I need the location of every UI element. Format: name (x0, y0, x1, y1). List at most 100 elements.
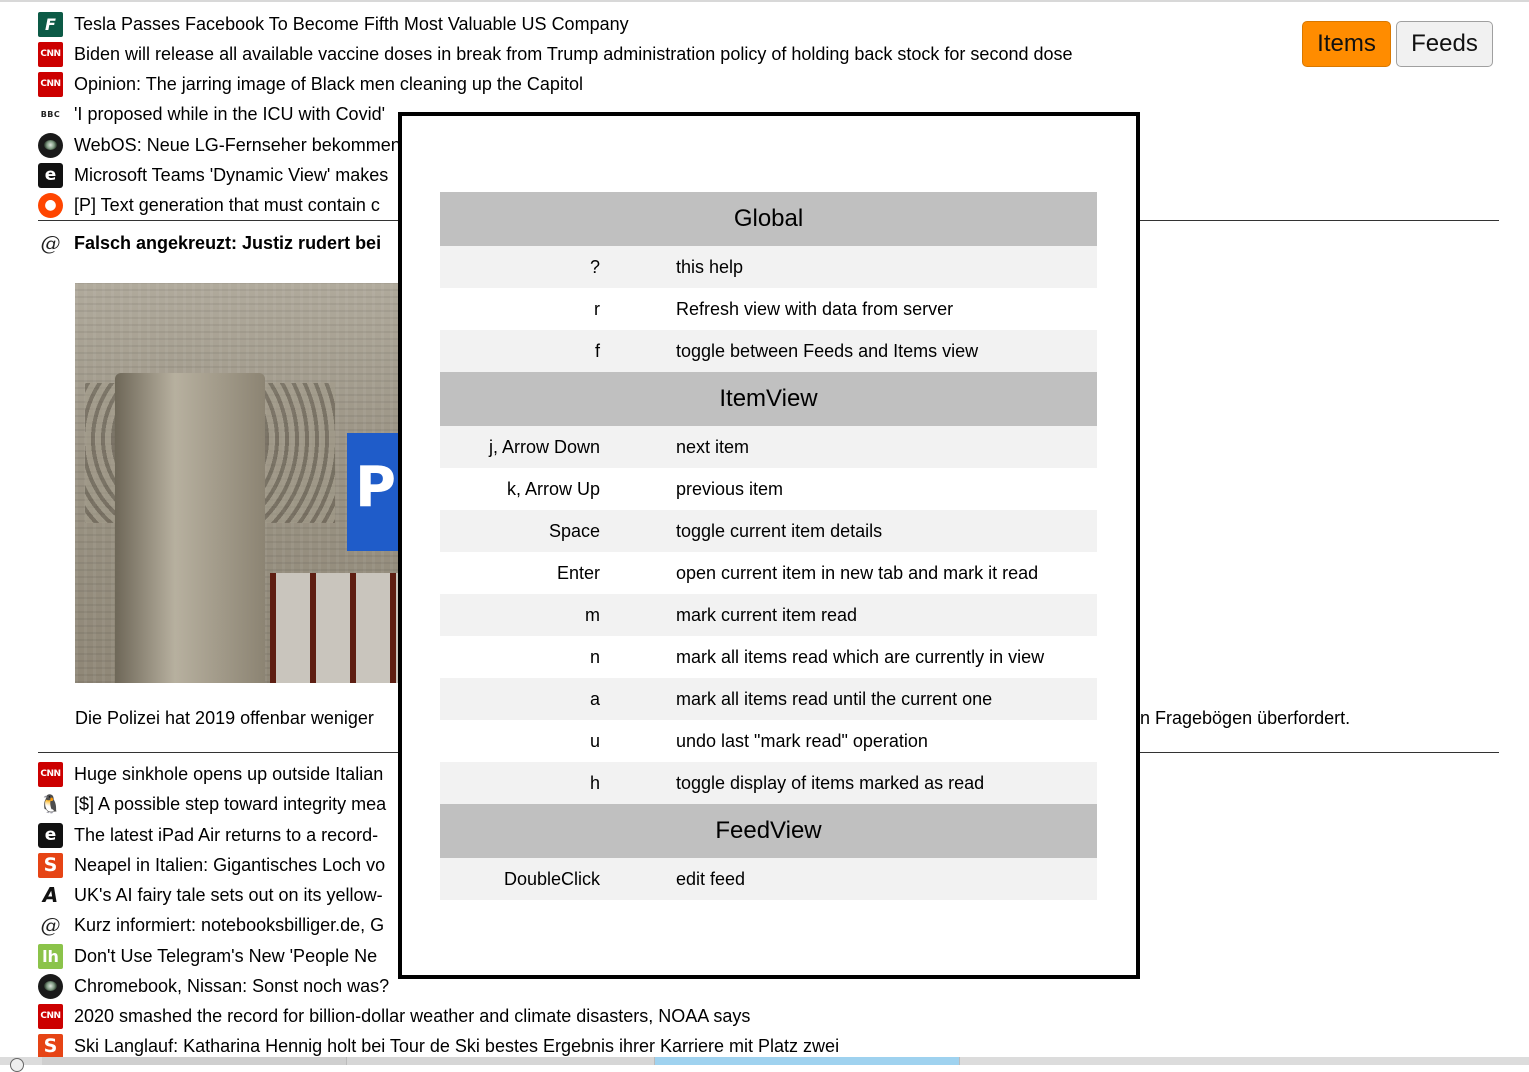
shortcut-key: m (440, 594, 600, 636)
shortcut-row: h toggle display of items marked as read (440, 762, 1097, 804)
shortcut-row: DoubleClick edit feed (440, 858, 1097, 900)
item-title: Neapel in Italien: Gigantisches Loch vo (74, 855, 386, 875)
list-item[interactable]: Chromebook, Nissan: Sonst noch was? (38, 971, 389, 1001)
shortcut-description: undo last "mark read" operation (600, 720, 1097, 762)
help-dialog[interactable]: Global ? this help r Refresh view with d… (398, 112, 1140, 979)
shortcut-description: toggle between Feeds and Items view (600, 330, 1097, 372)
shortcut-key: DoubleClick (440, 858, 600, 900)
shortcut-description: previous item (600, 468, 1097, 510)
shortcut-key: j, Arrow Down (440, 426, 600, 468)
engadget-icon: e (38, 162, 63, 188)
item-title: The latest iPad Air returns to a record- (74, 825, 379, 845)
item-title: Tesla Passes Facebook To Become Fifth Mo… (74, 14, 629, 34)
shortcut-description: edit feed (600, 858, 1097, 900)
item-title: Don't Use Telegram's New 'People Ne (74, 946, 378, 966)
shortcut-key: Enter (440, 552, 600, 594)
shortcut-description: mark current item read (600, 594, 1097, 636)
feeds-view-button[interactable]: Feeds (1396, 21, 1493, 67)
bottom-tab-active[interactable] (655, 1057, 960, 1065)
spiegel-icon: S (38, 1033, 63, 1059)
article-image: P (75, 283, 405, 683)
expanded-item-title: Falsch angekreuzt: Justiz rudert bei (74, 233, 382, 253)
item-title: [P] Text generation that must contain c (74, 195, 380, 215)
shortcut-row: n mark all items read which are currentl… (440, 636, 1097, 678)
shortcut-description: toggle display of items marked as read (600, 762, 1097, 804)
cnn-icon: CNN (38, 1003, 63, 1029)
section-title: ItemView (440, 372, 1097, 426)
list-item[interactable]: @ Kurz informiert: notebooksbilliger.de,… (38, 910, 384, 940)
shortcut-key: ? (440, 246, 600, 288)
shortcut-key: h (440, 762, 600, 804)
bbc-icon: BBC (38, 101, 63, 127)
shortcut-key: k, Arrow Up (440, 468, 600, 510)
expanded-item-header[interactable]: @ Falsch angekreuzt: Justiz rudert bei (38, 228, 381, 258)
shortcut-key: f (440, 330, 600, 372)
shortcut-key: r (440, 288, 600, 330)
bottom-tab[interactable] (347, 1057, 655, 1065)
list-item[interactable]: CNN Biden will release all available vac… (38, 39, 1073, 69)
item-title: Opinion: The jarring image of Black men … (74, 74, 583, 94)
shortcut-description: this help (600, 246, 1097, 288)
item-title: Ski Langlauf: Katharina Hennig holt bei … (74, 1036, 840, 1056)
shortcut-row: ? this help (440, 246, 1097, 288)
list-item[interactable]: 🐧 [$] A possible step toward integrity m… (38, 789, 386, 819)
linux-icon: 🐧 (38, 791, 63, 817)
shortcut-key: n (440, 636, 600, 678)
list-item[interactable]: ● [P] Text generation that must contain … (38, 190, 380, 220)
heise-icon (38, 132, 63, 158)
list-item[interactable]: CNN Huge sinkhole opens up outside Itali… (38, 759, 383, 789)
article-summary-tail: n Fragebögen überfordert. (1140, 708, 1351, 728)
list-item[interactable]: CNN 2020 smashed the record for billion-… (38, 1001, 750, 1031)
shortcut-description: next item (600, 426, 1097, 468)
shortcut-row: Enter open current item in new tab and m… (440, 552, 1097, 594)
golem-icon: @ (38, 912, 63, 938)
list-item[interactable]: CNN Opinion: The jarring image of Black … (38, 69, 583, 99)
section-title: FeedView (440, 804, 1097, 858)
bottom-tab[interactable] (42, 1057, 347, 1065)
item-title: Biden will release all available vaccine… (74, 44, 1073, 64)
item-title: UK's AI fairy tale sets out on its yello… (74, 885, 383, 905)
spiegel-icon: S (38, 852, 63, 878)
forbes-icon: F (38, 11, 63, 37)
item-title: Chromebook, Nissan: Sonst noch was? (74, 976, 390, 996)
list-item[interactable]: F Tesla Passes Facebook To Become Fifth … (38, 9, 629, 39)
section-title: Global (440, 192, 1097, 246)
scroll-handle[interactable] (10, 1058, 24, 1072)
list-item[interactable]: e The latest iPad Air returns to a recor… (38, 820, 378, 850)
list-item[interactable]: lh Don't Use Telegram's New 'People Ne (38, 941, 377, 971)
item-title: Kurz informiert: notebooksbilliger.de, G (74, 915, 385, 935)
bottom-status-bar (0, 1057, 1529, 1072)
shortcut-description: open current item in new tab and mark it… (600, 552, 1097, 594)
shortcut-row: m mark current item read (440, 594, 1097, 636)
cnn-icon: CNN (38, 761, 63, 787)
list-item[interactable]: A UK's AI fairy tale sets out on its yel… (38, 880, 383, 910)
list-item[interactable]: WebOS: Neue LG-Fernseher bekommen (38, 130, 401, 160)
list-item[interactable]: S Neapel in Italien: Gigantisches Loch v… (38, 850, 385, 880)
cnn-icon: CNN (38, 71, 63, 97)
shortcut-description: toggle current item details (600, 510, 1097, 552)
shortcut-key: u (440, 720, 600, 762)
items-view-button[interactable]: Items (1302, 21, 1391, 67)
item-title: 'I proposed while in the ICU with Covid' (74, 104, 386, 124)
article-summary: Die Polizei hat 2019 offenbar weniger (75, 708, 374, 728)
section-header-global: Global (440, 192, 1097, 246)
shortcut-key: Space (440, 510, 600, 552)
item-title: Microsoft Teams 'Dynamic View' makes (74, 165, 389, 185)
shortcut-description: mark all items read until the current on… (600, 678, 1097, 720)
shortcut-key: a (440, 678, 600, 720)
shortcut-description: mark all items read which are currently … (600, 636, 1097, 678)
shortcut-description: Refresh view with data from server (600, 288, 1097, 330)
list-item[interactable]: BBC 'I proposed while in the ICU with Co… (38, 99, 385, 129)
golem-icon: @ (38, 230, 63, 256)
shortcut-row: a mark all items read until the current … (440, 678, 1097, 720)
shortcut-row: r Refresh view with data from server (440, 288, 1097, 330)
shortcut-row: Space toggle current item details (440, 510, 1097, 552)
shortcut-row: k, Arrow Up previous item (440, 468, 1097, 510)
cnn-icon: CNN (38, 41, 63, 67)
top-border (0, 0, 1529, 2)
section-header-feedview: FeedView (440, 804, 1097, 858)
list-item[interactable]: e Microsoft Teams 'Dynamic View' makes (38, 160, 388, 190)
lifehacker-icon: lh (38, 943, 63, 969)
shortcut-table: Global ? this help r Refresh view with d… (440, 192, 1097, 900)
item-title: 2020 smashed the record for billion-doll… (74, 1006, 751, 1026)
